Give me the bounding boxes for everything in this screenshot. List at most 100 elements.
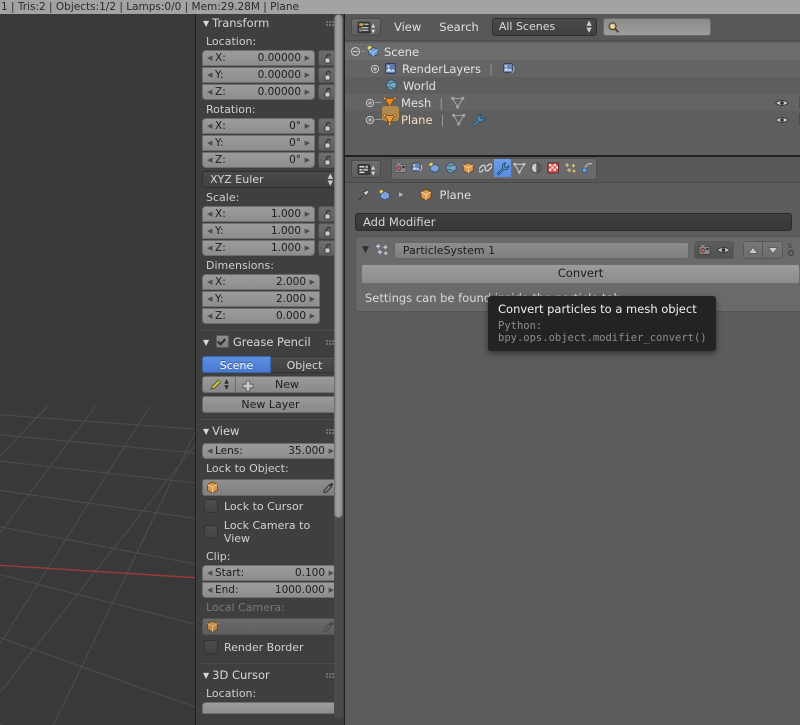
properties-editor[interactable]: ▲ ▼ ▸ Plane Add Modifier ▼ ParticleSyste… <box>345 156 800 725</box>
rotation-y-row[interactable]: ◀ Y: 0° ▶ <box>196 135 345 151</box>
editor-type-button[interactable]: ▲ ▼ <box>351 18 381 36</box>
outliner-search-menu[interactable]: Search <box>430 20 488 34</box>
local-camera-field[interactable] <box>202 618 339 635</box>
grease-pencil-new-row[interactable]: ▲ ▼ New <box>196 376 345 393</box>
increment-arrow-icon[interactable]: ▶ <box>305 152 310 168</box>
expand-toggle-icon[interactable] <box>365 115 375 125</box>
clip-start-row[interactable]: ◀ Start: 0.100 ▶ <box>196 565 345 581</box>
modifier-move-up-button[interactable] <box>743 241 763 259</box>
scale-y-field[interactable]: ◀ Y: 1.000 ▶ <box>202 223 315 239</box>
grease-pencil-scene-toggle[interactable]: Scene <box>202 356 271 373</box>
decrement-arrow-icon[interactable]: ◀ <box>207 84 212 100</box>
decrement-arrow-icon[interactable]: ◀ <box>207 240 212 256</box>
tab-modifiers[interactable] <box>494 159 511 177</box>
outliner-row-world[interactable]: World <box>345 77 800 94</box>
decrement-arrow-icon[interactable]: ◀ <box>207 443 212 459</box>
grease-pencil-enable-checkbox[interactable] <box>215 335 229 348</box>
lock-to-cursor-checkbox[interactable] <box>204 499 218 513</box>
mesh-datablock-icon[interactable] <box>452 113 466 126</box>
modifier-move-down-button[interactable] <box>763 241 783 259</box>
decrement-arrow-icon[interactable]: ◀ <box>207 67 212 83</box>
cursor-arrow-icon[interactable] <box>794 113 800 126</box>
modifier-render-toggle[interactable] <box>694 241 714 259</box>
dimensions-x-field[interactable]: ◀ X: 2.000 ▶ <box>202 274 320 290</box>
eye-icon[interactable] <box>772 97 792 109</box>
tab-constraints[interactable] <box>477 159 494 177</box>
location-z-field[interactable]: ◀ Z: 0.00000 ▶ <box>202 84 315 100</box>
rotation-z-row[interactable]: ◀ Z: 0° ▶ <box>196 152 345 168</box>
clip-start-field[interactable]: ◀ Start: 0.100 ▶ <box>202 565 339 581</box>
sidebar-scrollbar[interactable] <box>334 14 343 719</box>
outliner-row-plane[interactable]: Plane | <box>345 106 800 128</box>
outliner-search-input[interactable] <box>602 18 711 36</box>
decrement-arrow-icon[interactable]: ◀ <box>207 274 212 290</box>
view3d-properties-sidebar[interactable]: ▼ Transform Location: ◀ X: 0.00000 ▶ ◀ Y:… <box>196 14 345 725</box>
outliner-display-mode-dropdown[interactable]: All Scenes ▲ ▼ <box>491 18 597 36</box>
tab-render[interactable] <box>392 159 409 177</box>
outliner-view-menu[interactable]: View <box>385 20 430 34</box>
outliner-row-renderlayers[interactable]: RenderLayers | <box>345 60 800 77</box>
scene-icon[interactable] <box>378 189 392 202</box>
dimensions-z-row[interactable]: ◀ Z: 0.000 ▶ <box>196 308 345 324</box>
location-x-row[interactable]: ◀ X: 0.00000 ▶ <box>196 50 345 66</box>
grease-pencil-object-toggle[interactable]: Object <box>271 356 339 373</box>
decrement-arrow-icon[interactable]: ◀ <box>207 291 212 307</box>
render-border-checkbox[interactable] <box>204 640 218 654</box>
outliner-editor[interactable]: ▲ ▼ View Search All Scenes ▲ ▼ Scene Ren… <box>345 14 800 156</box>
tab-texture[interactable] <box>545 159 562 177</box>
lens-row[interactable]: ◀ Lens: 35.000 ▶ <box>196 443 345 459</box>
cursor3d-x-row[interactable] <box>196 702 345 714</box>
add-modifier-button[interactable]: Add Modifier <box>355 213 792 231</box>
collapse-toggle-icon[interactable] <box>350 46 361 57</box>
lens-field[interactable]: ◀ Lens: 35.000 ▶ <box>202 443 339 459</box>
decrement-arrow-icon[interactable]: ◀ <box>207 565 212 581</box>
tab-particles[interactable] <box>562 159 579 177</box>
rotation-x-row[interactable]: ◀ X: 0° ▶ <box>196 118 345 134</box>
eyedropper-icon[interactable] <box>322 482 334 494</box>
tab-scene[interactable] <box>426 159 443 177</box>
outliner-row-scene[interactable]: Scene <box>345 43 800 60</box>
properties-tab-strip[interactable] <box>391 158 597 180</box>
scale-x-field[interactable]: ◀ X: 1.000 ▶ <box>202 206 315 222</box>
location-y-row[interactable]: ◀ Y: 0.00000 ▶ <box>196 67 345 83</box>
lock-camera-to-view-row[interactable]: Lock Camera to View <box>196 516 345 548</box>
increment-arrow-icon[interactable]: ▶ <box>310 274 315 290</box>
scale-y-row[interactable]: ◀ Y: 1.000 ▶ <box>196 223 345 239</box>
increment-arrow-icon[interactable]: ▶ <box>305 118 310 134</box>
modifier-name-field[interactable]: ParticleSystem 1 <box>393 241 689 259</box>
convert-button[interactable]: Convert <box>361 264 800 284</box>
tab-physics[interactable] <box>579 159 596 177</box>
cursor3d-panel-header[interactable]: ▼ 3D Cursor <box>196 666 345 685</box>
rotation-y-field[interactable]: ◀ Y: 0° ▶ <box>202 135 315 151</box>
increment-arrow-icon[interactable]: ▶ <box>305 67 310 83</box>
location-y-field[interactable]: ◀ Y: 0.00000 ▶ <box>202 67 315 83</box>
cursor3d-x-field[interactable] <box>202 702 339 714</box>
lock-camera-to-view-checkbox[interactable] <box>204 525 218 539</box>
increment-arrow-icon[interactable]: ▶ <box>310 308 315 324</box>
grease-pencil-new-button[interactable]: New <box>236 376 339 393</box>
expand-toggle-icon[interactable] <box>370 64 380 74</box>
transform-panel-header[interactable]: ▼ Transform <box>196 14 345 33</box>
modifier-extra-icon[interactable]: S <box>788 242 800 258</box>
rotation-z-field[interactable]: ◀ Z: 0° ▶ <box>202 152 315 168</box>
decrement-arrow-icon[interactable]: ◀ <box>207 308 212 324</box>
increment-arrow-icon[interactable]: ▶ <box>310 291 315 307</box>
grease-pencil-panel-header[interactable]: ▼ Grease Pencil <box>196 333 345 352</box>
increment-arrow-icon[interactable]: ▶ <box>305 84 310 100</box>
outliner-row-mesh[interactable]: Mesh | <box>345 94 800 111</box>
clip-end-row[interactable]: ◀ End: 1000.000 ▶ <box>196 582 345 598</box>
decrement-arrow-icon[interactable]: ◀ <box>207 582 212 598</box>
lock-to-cursor-row[interactable]: Lock to Cursor <box>196 496 345 516</box>
3d-viewport[interactable] <box>0 14 196 725</box>
increment-arrow-icon[interactable]: ▶ <box>305 135 310 151</box>
tab-object[interactable] <box>460 159 477 177</box>
eyedropper-icon[interactable] <box>322 621 334 633</box>
tab-render-layers[interactable] <box>409 159 426 177</box>
dimensions-y-row[interactable]: ◀ Y: 2.000 ▶ <box>196 291 345 307</box>
view-panel-header[interactable]: ▼ View <box>196 422 345 441</box>
increment-arrow-icon[interactable]: ▶ <box>305 240 310 256</box>
triangle-down-icon[interactable]: ▼ <box>361 245 370 255</box>
location-x-field[interactable]: ◀ X: 0.00000 ▶ <box>202 50 315 66</box>
dimensions-y-field[interactable]: ◀ Y: 2.000 ▶ <box>202 291 320 307</box>
grease-pencil-browse-button[interactable]: ▲ ▼ <box>202 376 236 393</box>
